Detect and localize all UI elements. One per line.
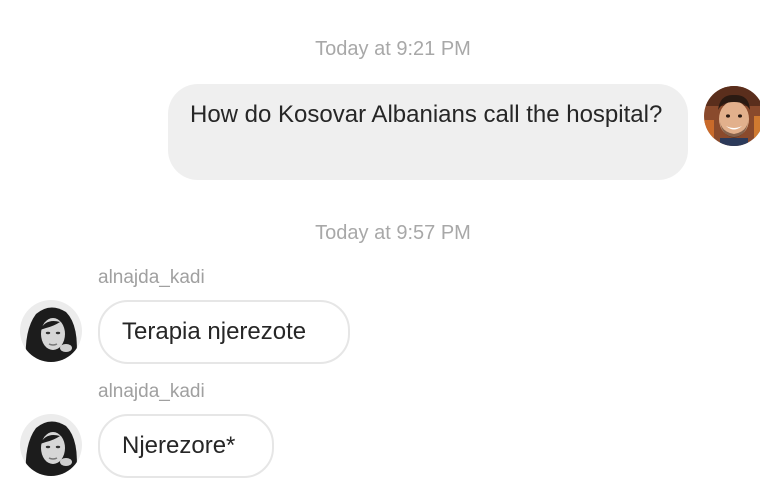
contact-avatar-image: [20, 414, 82, 476]
sender-username[interactable]: alnajda_kadi: [98, 267, 205, 289]
contact-avatar[interactable]: [20, 414, 82, 476]
sender-username[interactable]: alnajda_kadi: [98, 381, 205, 403]
timestamp-divider: Today at 9:21 PM: [315, 38, 471, 60]
outgoing-message-bubble[interactable]: How do Kosovar Albanians call the hospit…: [168, 84, 688, 180]
timestamp-divider: Today at 9:57 PM: [315, 222, 471, 244]
message-text: Njerezore*: [122, 432, 236, 459]
incoming-message-bubble[interactable]: Njerezore*: [98, 414, 274, 478]
incoming-message-bubble[interactable]: Terapia njerezote: [98, 300, 350, 364]
message-text: Terapia njerezote: [122, 318, 307, 345]
self-avatar-image: [704, 86, 760, 146]
contact-avatar-image: [20, 300, 82, 362]
contact-avatar[interactable]: [20, 300, 82, 362]
self-avatar[interactable]: [704, 86, 760, 146]
